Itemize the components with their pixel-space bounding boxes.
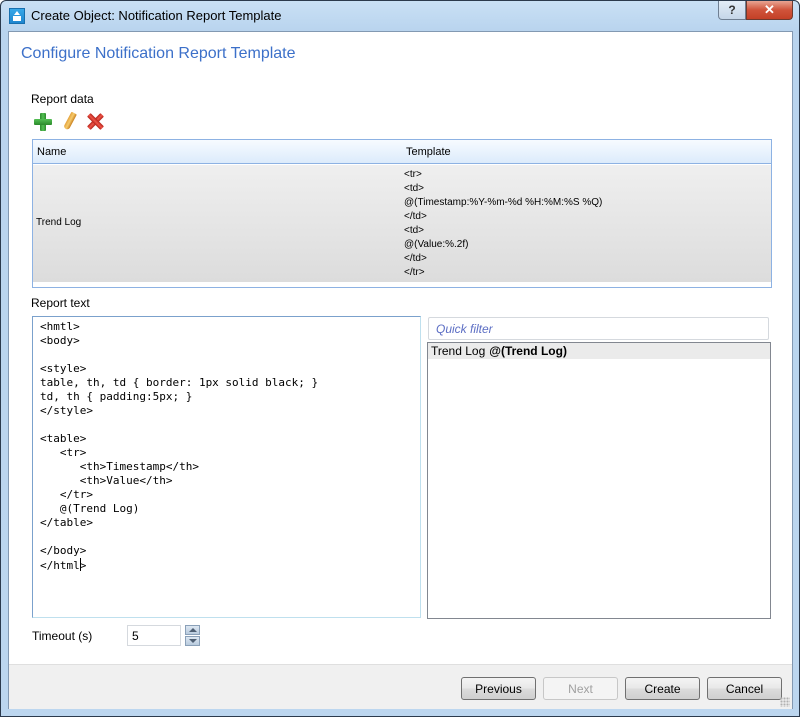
edit-icon[interactable] bbox=[59, 112, 79, 132]
variable-token: @(Trend Log) bbox=[489, 344, 567, 358]
table-row[interactable]: Trend Log <tr> <td> @(Timestamp:%Y-%m-%d… bbox=[33, 165, 771, 282]
resize-grip-icon[interactable] bbox=[780, 697, 790, 707]
list-item[interactable]: Trend Log @(Trend Log) bbox=[428, 343, 770, 359]
text-after-cursor: > bbox=[79, 559, 87, 572]
window-title: Create Object: Notification Report Templ… bbox=[31, 8, 282, 23]
row-name: Trend Log bbox=[36, 217, 82, 228]
dialog-footer: Previous Next Create Cancel bbox=[9, 664, 792, 709]
page-title: Configure Notification Report Template bbox=[21, 45, 296, 62]
help-button[interactable]: ? bbox=[718, 1, 746, 20]
template-line: </td> bbox=[404, 211, 427, 222]
template-line: @(Value:%.2f) bbox=[404, 239, 469, 250]
add-icon[interactable] bbox=[33, 112, 53, 132]
report-data-toolbar bbox=[33, 112, 123, 132]
cancel-button[interactable]: Cancel bbox=[707, 677, 782, 700]
report-text-editor[interactable]: <hmtl> <body> <style> table, th, td { bo… bbox=[32, 316, 421, 618]
column-header-name[interactable]: Name bbox=[37, 146, 66, 158]
create-button[interactable]: Create bbox=[625, 677, 700, 700]
template-line: </tr> bbox=[404, 267, 425, 278]
report-data-table: Name Template Trend Log <tr> <td> @(Time… bbox=[32, 139, 772, 288]
delete-icon[interactable] bbox=[85, 112, 105, 132]
report-text-content: <hmtl> <body> <style> table, th, td { bo… bbox=[40, 320, 318, 573]
template-line: <tr> bbox=[404, 169, 422, 180]
dialog-content: Configure Notification Report Template R… bbox=[8, 31, 793, 709]
table-header: Name Template bbox=[33, 140, 771, 164]
close-button[interactable]: ✕ bbox=[746, 1, 793, 20]
timeout-label: Timeout (s) bbox=[32, 629, 93, 643]
dialog-window: Create Object: Notification Report Templ… bbox=[0, 0, 800, 717]
next-button[interactable]: Next bbox=[543, 677, 618, 700]
variable-name: Trend Log bbox=[431, 344, 486, 358]
quick-filter-input[interactable] bbox=[428, 317, 769, 340]
column-header-template[interactable]: Template bbox=[406, 146, 451, 158]
app-icon bbox=[9, 8, 25, 24]
template-line: </td> bbox=[404, 253, 427, 264]
report-text-label: Report text bbox=[31, 296, 90, 310]
report-data-label: Report data bbox=[31, 92, 94, 106]
title-bar[interactable]: Create Object: Notification Report Templ… bbox=[1, 1, 799, 31]
previous-button[interactable]: Previous bbox=[461, 677, 536, 700]
text-before-cursor: <hmtl> <body> <style> table, th, td { bo… bbox=[40, 320, 319, 572]
spin-up-icon[interactable] bbox=[185, 625, 200, 635]
template-line: @(Timestamp:%Y-%m-%d %H:%M:%S %Q) bbox=[404, 197, 603, 208]
template-line: <td> bbox=[404, 183, 425, 194]
spin-down-icon[interactable] bbox=[185, 636, 200, 646]
timeout-input[interactable] bbox=[127, 625, 181, 646]
variable-list: Trend Log @(Trend Log) bbox=[427, 342, 771, 619]
template-line: <td> bbox=[404, 225, 425, 236]
row-template: <tr> <td> @(Timestamp:%Y-%m-%d %H:%M:%S … bbox=[404, 168, 602, 280]
